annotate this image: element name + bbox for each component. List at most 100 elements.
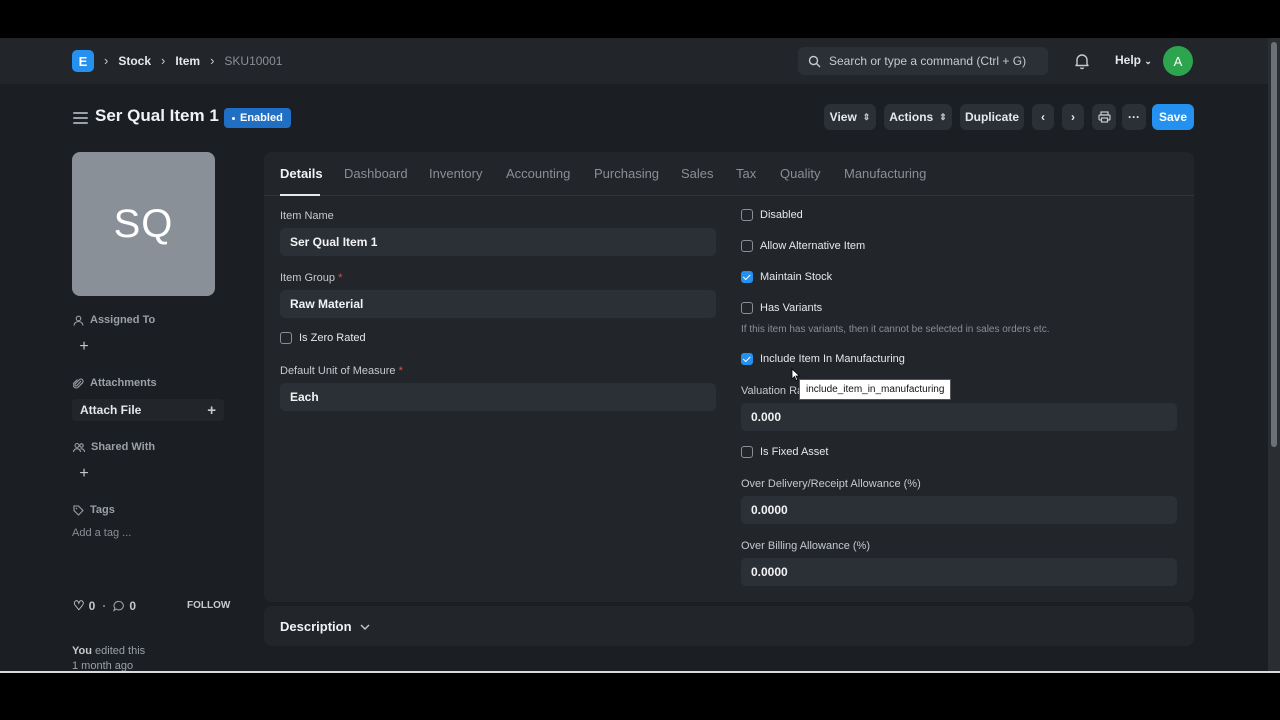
next-record-button[interactable]: ›	[1062, 104, 1084, 130]
tags-label: Tags	[73, 504, 115, 516]
item-image-placeholder[interactable]: SQ	[72, 152, 215, 296]
is-zero-rated-checkbox[interactable]	[280, 332, 292, 344]
maintain-stock-label: Maintain Stock	[760, 271, 833, 283]
description-section[interactable]: Description	[264, 606, 1194, 646]
tab-inventory[interactable]: Inventory	[429, 166, 482, 181]
help-menu[interactable]: Help ⌄	[1115, 53, 1152, 67]
disabled-checkbox[interactable]	[741, 209, 753, 221]
print-button[interactable]	[1092, 104, 1116, 130]
include-manufacturing-label: Include Item In Manufacturing	[760, 353, 905, 365]
over-delivery-field[interactable]: 0.0000	[741, 496, 1177, 524]
allow-alternative-label: Allow Alternative Item	[760, 240, 866, 252]
view-button[interactable]: View ⇕	[824, 104, 876, 130]
assigned-to-text: Assigned To	[90, 314, 156, 326]
breadcrumb-stock[interactable]: Stock	[118, 54, 151, 68]
follow-button[interactable]: FOLLOW	[187, 600, 230, 611]
item-group-field[interactable]: Raw Material	[280, 290, 716, 318]
tab-details[interactable]: Details	[280, 166, 323, 181]
tag-icon	[73, 504, 84, 516]
attach-file-label: Attach File	[80, 403, 142, 417]
sidebar-toggle-icon[interactable]	[73, 112, 88, 124]
add-assignee-button[interactable]: +	[76, 338, 92, 355]
over-billing-field[interactable]: 0.0000	[741, 558, 1177, 586]
edited-text: edited this	[95, 645, 146, 657]
chevron-right-icon: ›	[210, 53, 215, 68]
save-button[interactable]: Save	[1152, 104, 1194, 130]
page-title: Ser Qual Item 1	[95, 106, 219, 125]
uom-label-text: Default Unit of Measure	[280, 365, 396, 377]
over-delivery-label: Over Delivery/Receipt Allowance (%)	[741, 478, 921, 490]
breadcrumb-item[interactable]: Item	[175, 54, 200, 68]
has-variants-checkbox[interactable]	[741, 302, 753, 314]
edited-by: You	[72, 645, 92, 657]
status-badge: Enabled	[224, 108, 291, 128]
is-zero-rated-row: Is Zero Rated	[280, 332, 366, 344]
tab-manufacturing[interactable]: Manufacturing	[844, 166, 926, 181]
tab-dashboard[interactable]: Dashboard	[344, 166, 408, 181]
more-dots-icon: ···	[1128, 110, 1140, 124]
chevron-right-icon: ›	[104, 53, 109, 68]
chevron-right-icon: ›	[161, 53, 166, 68]
user-avatar[interactable]: A	[1163, 46, 1193, 76]
tags-text: Tags	[90, 504, 115, 516]
likes-comments: ♡ 0 · 0	[73, 598, 137, 614]
vertical-scrollbar[interactable]	[1268, 38, 1280, 671]
letterbox-bottom	[0, 671, 1280, 720]
uom-field[interactable]: Each	[280, 383, 716, 411]
activity-edited: You edited this 1 month ago	[72, 644, 145, 671]
users-icon	[73, 442, 85, 452]
help-label: Help	[1115, 53, 1142, 67]
duplicate-button[interactable]: Duplicate	[960, 104, 1024, 130]
over-billing-label: Over Billing Allowance (%)	[741, 540, 870, 552]
attach-file-button[interactable]: Attach File +	[72, 399, 224, 421]
field-tooltip: include_item_in_manufacturing	[799, 379, 952, 400]
has-variants-label: Has Variants	[760, 302, 823, 314]
comment-icon[interactable]	[113, 600, 125, 612]
search-placeholder: Search or type a command (Ctrl + G)	[829, 54, 1027, 68]
tab-accounting[interactable]: Accounting	[506, 166, 570, 181]
add-tag-link[interactable]: Add a tag ...	[72, 527, 131, 539]
app-logo[interactable]: E	[72, 50, 94, 72]
more-options-button[interactable]: ···	[1122, 104, 1146, 130]
has-variants-row: Has Variants	[741, 302, 822, 314]
form-card: Details Dashboard Inventory Accounting P…	[264, 152, 1194, 602]
item-name-field[interactable]: Ser Qual Item 1	[280, 228, 716, 256]
scrollbar-thumb[interactable]	[1271, 42, 1277, 447]
maintain-stock-checkbox[interactable]	[741, 271, 753, 283]
include-manufacturing-checkbox[interactable]	[741, 353, 753, 365]
is-fixed-asset-row: Is Fixed Asset	[741, 446, 828, 458]
actions-button[interactable]: Actions ⇕	[884, 104, 952, 130]
variants-help-text: If this item has variants, then it canno…	[741, 324, 1050, 335]
shared-with-text: Shared With	[91, 441, 156, 453]
attachments-text: Attachments	[90, 377, 157, 389]
previous-record-button[interactable]: ‹	[1032, 104, 1054, 130]
heart-icon[interactable]: ♡	[73, 598, 85, 614]
plus-icon: +	[207, 401, 216, 419]
allow-alternative-checkbox[interactable]	[741, 240, 753, 252]
app-window: E › Stock › Item › SKU10001 Search or ty…	[0, 38, 1280, 671]
is-fixed-asset-checkbox[interactable]	[741, 446, 753, 458]
actions-label: Actions	[889, 110, 934, 124]
description-header[interactable]: Description	[280, 619, 370, 634]
tab-quality[interactable]: Quality	[780, 166, 820, 181]
search-input[interactable]: Search or type a command (Ctrl + G)	[798, 47, 1048, 75]
tab-bar: Details Dashboard Inventory Accounting P…	[264, 152, 1194, 196]
tab-purchasing[interactable]: Purchasing	[594, 166, 659, 181]
valuation-rate-label: Valuation Ra	[741, 385, 804, 397]
add-share-button[interactable]: +	[76, 465, 92, 482]
tab-tax[interactable]: Tax	[736, 166, 756, 181]
disabled-label: Disabled	[760, 209, 803, 221]
chevron-left-icon: ‹	[1041, 110, 1045, 124]
chevron-right-icon: ›	[1071, 110, 1075, 124]
maintain-stock-row: Maintain Stock	[741, 271, 832, 283]
notification-bell-icon[interactable]	[1073, 52, 1091, 70]
view-label: View	[829, 110, 857, 124]
status-dot-icon	[232, 116, 235, 120]
tab-sales[interactable]: Sales	[681, 166, 714, 181]
edited-time: 1 month ago	[72, 660, 134, 671]
required-marker: *	[398, 365, 403, 377]
valuation-rate-field[interactable]: 0.000	[741, 403, 1177, 431]
chevron-down-icon: ⌄	[1144, 56, 1152, 66]
paperclip-icon	[73, 378, 84, 388]
likes-count: 0	[88, 599, 96, 613]
